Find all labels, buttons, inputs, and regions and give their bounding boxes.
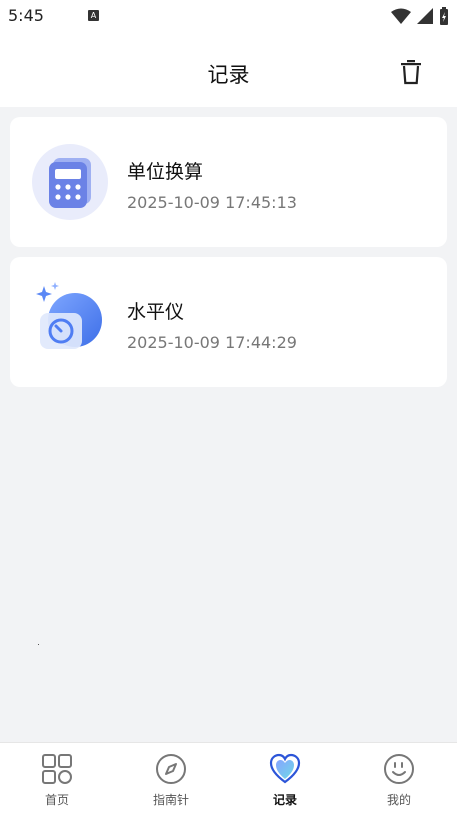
level-icon <box>36 282 102 349</box>
record-card-unit-conversion[interactable]: 单位换算 2025-10-09 17:45:13 <box>10 117 447 247</box>
tab-label: 记录 <box>272 793 297 807</box>
status-icons <box>391 6 449 26</box>
calculator-icon <box>32 144 108 220</box>
app-bar: 记录 <box>0 32 457 107</box>
wifi-icon <box>391 8 411 24</box>
compass-icon <box>156 754 186 784</box>
signal-icon <box>417 8 433 24</box>
smiley-icon <box>384 754 414 784</box>
record-title: 水平仪 <box>127 301 185 323</box>
tab-compass[interactable]: 指南针 <box>114 743 228 815</box>
bottom-tab-bar: 首页 指南针 记录 我的 <box>0 742 457 815</box>
battery-icon <box>440 7 448 25</box>
tab-label: 指南针 <box>152 793 189 807</box>
tab-label: 我的 <box>386 793 411 807</box>
notification-badge: A <box>88 10 99 21</box>
record-title: 单位换算 <box>127 161 204 183</box>
status-time: 5:45 <box>8 6 44 25</box>
dot <box>38 644 39 645</box>
record-time: 2025-10-09 17:44:29 <box>127 333 297 352</box>
heart-icon <box>269 753 301 784</box>
record-list: 单位换算 2025-10-09 17:45:13 水平仪 2025-10-09 … <box>0 107 457 742</box>
tab-mine[interactable]: 我的 <box>342 743 456 815</box>
record-time: 2025-10-09 17:45:13 <box>127 193 297 212</box>
tab-records[interactable]: 记录 <box>228 743 342 815</box>
home-grid-icon <box>42 754 72 784</box>
tab-home[interactable]: 首页 <box>0 743 114 815</box>
page-title: 记录 <box>207 63 250 87</box>
tab-label: 首页 <box>44 793 69 807</box>
trash-icon <box>401 60 421 85</box>
record-card-level[interactable]: 水平仪 2025-10-09 17:44:29 <box>10 257 447 387</box>
status-bar: 5:45 A <box>0 0 457 32</box>
delete-button[interactable] <box>397 58 425 86</box>
